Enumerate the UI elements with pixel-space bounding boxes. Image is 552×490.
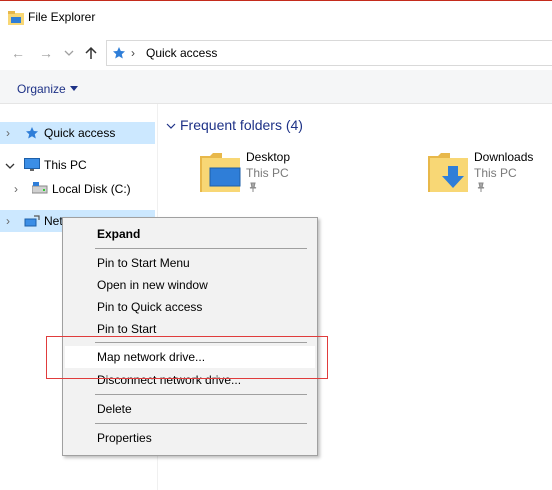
menu-item-label: Pin to Quick access [97,300,203,314]
organize-dropdown-icon[interactable] [70,86,78,91]
menu-item-map-network-drive[interactable]: Map network drive... [65,346,315,368]
nav-item-label: Local Disk (C:) [52,182,131,196]
back-arrow-icon[interactable]: ← [10,45,26,61]
folder-location: This PC [474,166,517,180]
command-bar: Organize [0,70,552,104]
menu-item-label: Pin to Start Menu [97,256,190,270]
chevron-down-icon[interactable] [5,162,15,170]
nav-item-local-disk[interactable]: › Local Disk (C:) [0,178,155,200]
menu-separator [95,423,307,424]
menu-item-label: Properties [97,431,152,445]
nav-item-this-pc[interactable]: This PC [0,154,155,176]
menu-item-pin-to-start[interactable]: Pin to Start [65,318,315,340]
menu-item-expand[interactable]: Expand [65,223,315,245]
up-arrow-icon[interactable] [84,46,98,60]
menu-item-disconnect-network-drive[interactable]: Disconnect network drive... [65,369,315,391]
window-title: File Explorer [28,10,96,24]
menu-item-label: Map network drive... [97,350,206,364]
chevron-right-icon[interactable]: › [6,214,16,228]
breadcrumb-quick-access[interactable]: Quick access [146,46,217,60]
chevron-right-icon[interactable]: › [14,182,24,196]
star-icon [113,47,125,59]
menu-separator [95,394,307,395]
forward-arrow-icon[interactable]: → [38,45,54,61]
menu-separator [95,248,307,249]
group-title: Frequent folders (4) [180,117,303,133]
chevron-down-icon[interactable] [166,122,176,130]
title-bar: File Explorer [0,0,552,36]
nav-item-quick-access[interactable]: › Quick access [0,122,155,144]
folder-location: This PC [246,166,289,180]
nav-item-label: Quick access [44,126,116,140]
chevron-down-icon[interactable] [64,49,74,57]
window-accent-line [0,0,552,1]
menu-item-properties[interactable]: Properties [65,427,315,449]
nav-item-label: This PC [44,158,87,172]
menu-item-delete[interactable]: Delete [65,398,315,420]
organize-button[interactable]: Organize [17,82,66,96]
folder-name: Desktop [246,150,291,164]
menu-item-label: Pin to Start [97,322,157,336]
pin-icon [477,182,485,192]
context-menu: Expand Pin to Start Menu Open in new win… [62,217,318,456]
folder-tile-desktop[interactable]: Desktop This PC [200,150,350,200]
menu-item-pin-to-quick-access[interactable]: Pin to Quick access [65,296,315,318]
star-icon [26,127,38,139]
menu-separator [95,342,307,343]
menu-item-label: Open in new window [97,278,208,292]
address-bar[interactable]: › Quick access [106,40,552,66]
menu-item-label: Expand [97,227,141,241]
desktop-folder-icon [200,153,241,192]
menu-item-label: Delete [97,402,132,416]
breadcrumb-separator[interactable]: › [131,46,135,60]
monitor-icon [24,158,40,171]
address-row: ← → › Quick access [0,36,552,70]
pin-icon [249,182,257,192]
folder-name: Downloads [474,150,534,164]
file-explorer-icon [8,11,24,25]
chevron-right-icon[interactable]: › [6,126,16,140]
folder-tile-downloads[interactable]: Downloads This PC [428,150,552,200]
menu-item-open-in-new-window[interactable]: Open in new window [65,274,315,296]
downloads-folder-icon [428,153,468,192]
drive-icon [32,182,48,194]
menu-item-label: Disconnect network drive... [97,373,242,387]
menu-item-pin-to-start-menu[interactable]: Pin to Start Menu [65,252,315,274]
network-icon [24,215,40,227]
